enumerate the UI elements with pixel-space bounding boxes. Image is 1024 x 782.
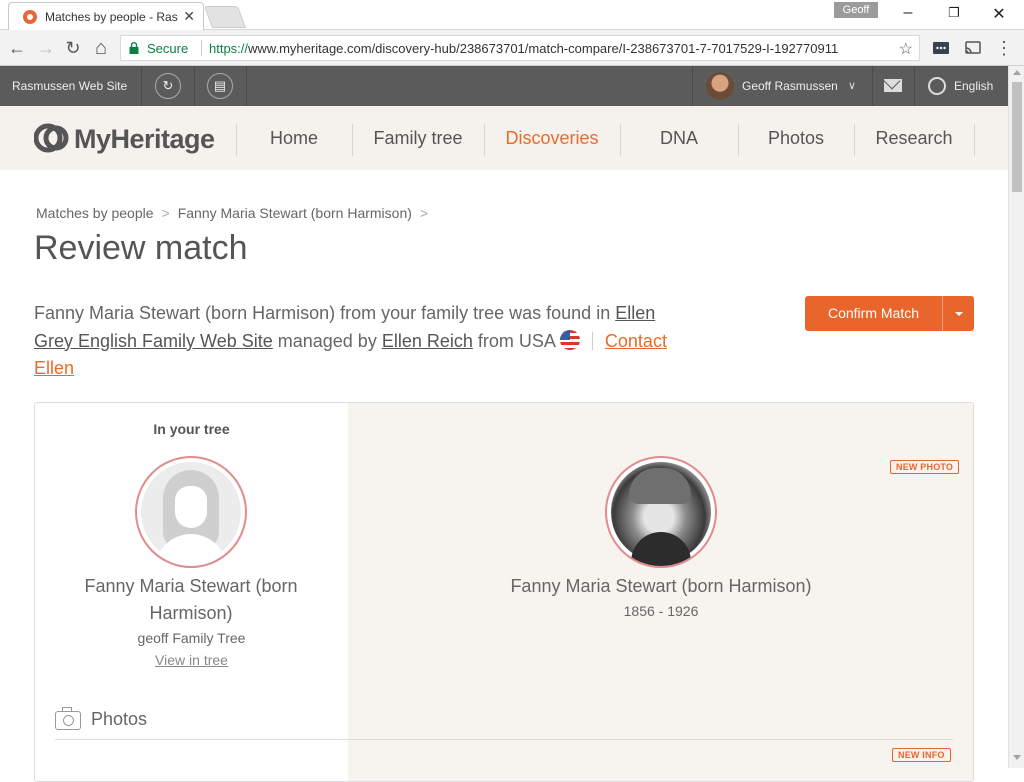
secure-label: Secure xyxy=(147,41,189,56)
myheritage-favicon-icon xyxy=(23,10,37,24)
topbar-divider xyxy=(872,66,873,106)
user-name[interactable]: Geoff Rasmussen xyxy=(742,66,838,106)
topbar-divider xyxy=(914,66,915,106)
topbar-divider xyxy=(692,66,693,106)
match-compare-card: NEW PHOTO Fanny Maria Stewart (born Harm… xyxy=(34,402,974,782)
nav-item-family-tree[interactable]: Family tree xyxy=(352,106,484,170)
scrollbar-thumb[interactable] xyxy=(1012,82,1022,192)
logo-text: MyHeritage xyxy=(74,124,215,154)
portrait-collar xyxy=(631,532,691,566)
globe-icon[interactable] xyxy=(928,77,946,95)
match-description: Fanny Maria Stewart (born Harmison) from… xyxy=(34,300,694,383)
tree-name: geoff Family Tree xyxy=(137,630,246,646)
nav-item-home[interactable]: Home xyxy=(236,106,352,170)
divider xyxy=(591,331,593,350)
breadcrumb-separator: > xyxy=(161,205,170,221)
portrait-photo xyxy=(611,462,711,566)
nav-item-discoveries[interactable]: Discoveries xyxy=(484,106,620,170)
browser-tab-active[interactable]: Matches by people - Ras ✕ xyxy=(8,2,204,30)
bookmark-star-icon[interactable]: ☆ xyxy=(899,39,913,59)
confirm-match-label[interactable]: Confirm Match xyxy=(805,296,942,331)
site-top-bar: Rasmussen Web Site ↻ ▤ Geoff Rasmussen ∨… xyxy=(0,66,1008,106)
match-life-years: 1856 - 1926 xyxy=(623,603,699,619)
new-tab-button[interactable] xyxy=(203,6,247,28)
minimize-icon[interactable]: – xyxy=(893,4,923,24)
in-your-tree-header: In your tree xyxy=(153,421,230,437)
manager-link[interactable]: Ellen Reich xyxy=(382,331,473,351)
breadcrumb-item-matches[interactable]: Matches by people xyxy=(36,205,154,221)
url-path: www.myheritage.com/discovery-hub/2386737… xyxy=(248,41,839,56)
breadcrumb-separator: > xyxy=(419,205,429,221)
address-bar[interactable]: Secure https://www.myheritage.com/discov… xyxy=(120,35,920,61)
sync-icon[interactable]: ↻ xyxy=(155,73,181,99)
browser-toolbar: ← → ↻ ⌂ Secure https://www.myheritage.co… xyxy=(0,30,1024,66)
browser-tab-strip: Matches by people - Ras ✕ Geoff – ❐ ✕ xyxy=(0,0,1024,30)
breadcrumb-item-person[interactable]: Fanny Maria Stewart (born Harmison) xyxy=(178,205,412,221)
match-column: NEW PHOTO Fanny Maria Stewart (born Harm… xyxy=(348,403,973,781)
new-info-tag: NEW INFO xyxy=(892,748,951,762)
lock-icon xyxy=(129,42,139,54)
desc-text: managed by xyxy=(272,330,382,351)
scroll-up-arrow-icon[interactable] xyxy=(1013,70,1021,75)
restore-icon[interactable]: ❐ xyxy=(939,5,969,25)
tab-title: Matches by people - Ras xyxy=(45,10,178,24)
match-portrait[interactable] xyxy=(605,456,717,568)
logo-mark-icon xyxy=(34,123,69,153)
chevron-down-icon[interactable]: ∨ xyxy=(848,66,856,106)
url-scheme: https:// xyxy=(209,41,249,56)
portrait-hair xyxy=(629,468,691,504)
nav-separator xyxy=(974,124,975,156)
topbar-divider xyxy=(194,66,195,106)
match-person-name: Fanny Maria Stewart (born Harmison) xyxy=(510,576,812,596)
desc-text: from USA xyxy=(472,330,560,351)
tab-close-icon[interactable]: ✕ xyxy=(183,8,195,25)
confirm-match-button[interactable]: Confirm Match xyxy=(805,296,974,331)
back-arrow-icon[interactable]: ← xyxy=(7,38,27,58)
silhouette-face xyxy=(175,486,207,528)
desc-text: Fanny Maria Stewart (born Harmison) from… xyxy=(34,303,616,323)
forward-arrow-icon[interactable]: → xyxy=(36,38,56,58)
main-nav: MyHeritage Home Family tree Discoveries … xyxy=(0,106,1008,170)
url-text: https://www.myheritage.com/discovery-hub… xyxy=(209,41,889,56)
page-scrollbar[interactable] xyxy=(1008,66,1024,768)
nav-item-dna[interactable]: DNA xyxy=(620,106,738,170)
section-divider xyxy=(55,739,953,740)
user-avatar[interactable] xyxy=(706,72,734,100)
camera-icon xyxy=(55,707,81,730)
female-silhouette-icon xyxy=(141,462,241,562)
extension-icon[interactable] xyxy=(932,39,950,57)
url-divider xyxy=(201,40,202,56)
usa-flag-icon xyxy=(559,329,580,350)
browser-menu-icon[interactable]: ⋮ xyxy=(994,38,1014,58)
mail-icon[interactable] xyxy=(884,79,902,92)
breadcrumb: Matches by people > Fanny Maria Stewart (b… xyxy=(36,205,436,221)
tree-person-avatar[interactable] xyxy=(135,456,247,568)
nav-item-photos[interactable]: Photos xyxy=(738,106,854,170)
scroll-down-arrow-icon[interactable] xyxy=(1013,755,1021,760)
nav-item-research[interactable]: Research xyxy=(854,106,974,170)
reload-icon[interactable]: ↻ xyxy=(63,38,83,58)
photos-section-label: Photos xyxy=(91,709,148,729)
new-photo-tag: NEW PHOTO xyxy=(890,460,960,474)
site-name[interactable]: Rasmussen Web Site xyxy=(0,66,142,106)
page-title: Review match xyxy=(34,229,248,267)
language-selector[interactable]: English xyxy=(954,66,993,106)
home-icon[interactable]: ⌂ xyxy=(91,38,111,58)
caret-down-icon[interactable] xyxy=(943,296,974,331)
cast-icon[interactable] xyxy=(964,39,982,57)
close-window-icon[interactable]: ✕ xyxy=(984,4,1014,24)
view-in-tree-link[interactable]: View in tree xyxy=(35,652,348,668)
browser-profile-badge[interactable]: Geoff xyxy=(834,2,878,18)
topbar-divider xyxy=(246,66,247,106)
tree-book-icon[interactable]: ▤ xyxy=(207,73,233,99)
tree-person-name: Fanny Maria Stewart (born Harmison) xyxy=(84,576,298,623)
